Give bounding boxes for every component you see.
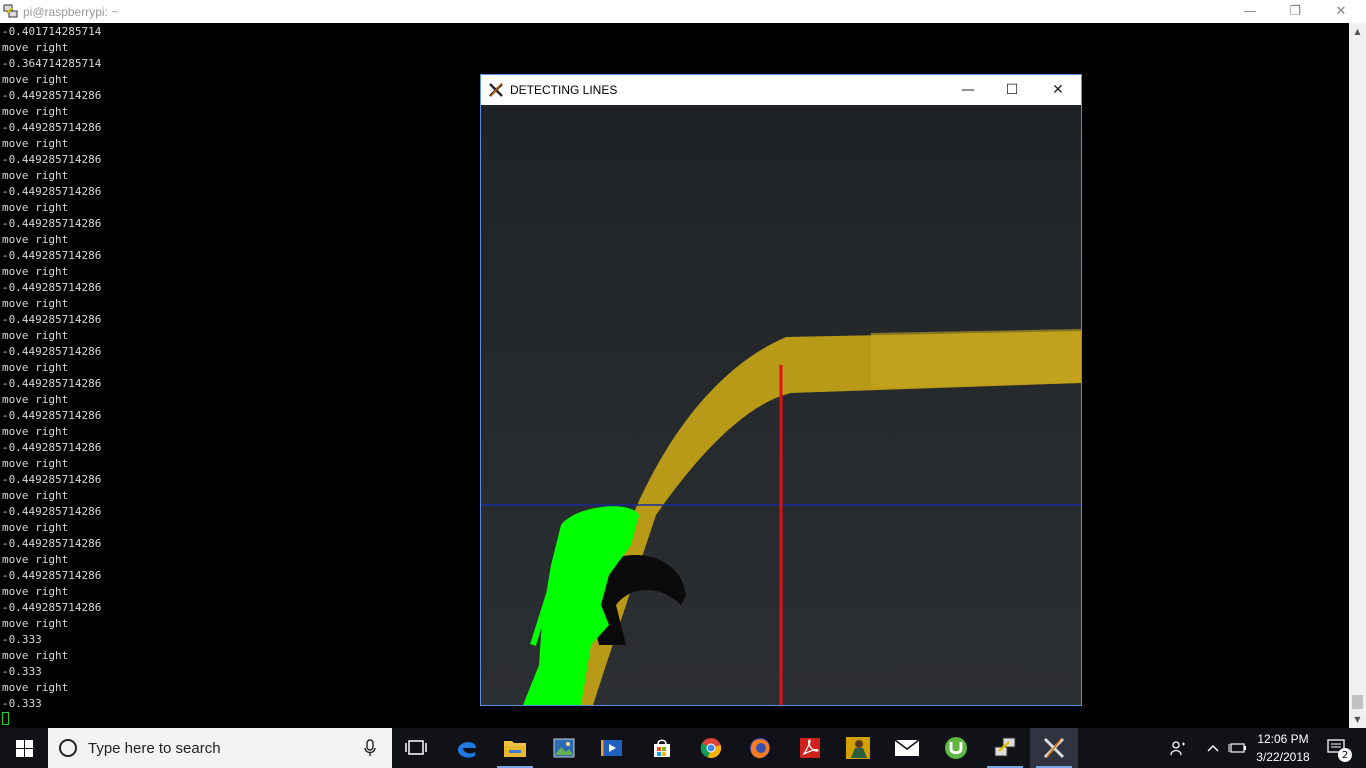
terminal-cursor bbox=[2, 712, 9, 725]
chevron-up-icon[interactable] bbox=[1202, 728, 1224, 768]
putty-icon bbox=[3, 4, 19, 20]
scroll-thumb[interactable] bbox=[1352, 695, 1363, 709]
detecting-lines-window: DETECTING LINES — ☐ ✕ bbox=[480, 74, 1082, 706]
xming-icon bbox=[489, 83, 503, 97]
chrome-icon[interactable] bbox=[687, 728, 735, 768]
cv-titlebar[interactable]: DETECTING LINES — ☐ ✕ bbox=[481, 75, 1081, 105]
action-center-icon[interactable]: 2 bbox=[1318, 728, 1358, 768]
store-icon[interactable] bbox=[638, 728, 686, 768]
firefox-icon[interactable] bbox=[736, 728, 784, 768]
mail-icon[interactable] bbox=[883, 728, 931, 768]
close-button[interactable]: ✕ bbox=[1318, 0, 1364, 23]
clock-date: 3/22/2018 bbox=[1256, 750, 1310, 764]
network-putty-icon[interactable] bbox=[981, 728, 1029, 768]
cv-window-title: DETECTING LINES bbox=[510, 83, 618, 97]
clock-time: 12:06 PM bbox=[1257, 732, 1309, 746]
scroll-down-icon[interactable]: ▼ bbox=[1349, 711, 1366, 728]
movies-icon[interactable] bbox=[588, 728, 636, 768]
cortana-icon bbox=[59, 739, 77, 757]
battery-icon[interactable] bbox=[1226, 728, 1248, 768]
search-box[interactable]: Type here to search bbox=[48, 728, 392, 768]
system-clock[interactable]: 12:06 PM 3/22/2018 bbox=[1252, 730, 1314, 766]
edge-icon[interactable] bbox=[443, 728, 491, 768]
terminal-line: move right bbox=[2, 41, 69, 54]
taskbar: Type here to search 12:06 PM 3/22/2018 2 bbox=[0, 728, 1366, 768]
microphone-icon[interactable] bbox=[364, 739, 376, 757]
scroll-up-icon[interactable]: ▲ bbox=[1349, 23, 1366, 40]
minimize-button[interactable]: — bbox=[1227, 0, 1273, 23]
people-icon[interactable] bbox=[1164, 728, 1192, 768]
terminal-line: -0.364714285714 bbox=[2, 57, 102, 70]
putty-titlebar[interactable]: pi@raspberrypi: ~ — ❐ ✕ bbox=[0, 0, 1366, 23]
task-view-icon[interactable] bbox=[392, 728, 440, 768]
terminal-scrollbar[interactable]: ▲ ▼ bbox=[1349, 23, 1366, 728]
file-explorer-icon[interactable] bbox=[491, 728, 539, 768]
start-button[interactable] bbox=[0, 728, 48, 768]
notification-badge: 2 bbox=[1338, 748, 1352, 762]
utorrent-icon[interactable] bbox=[932, 728, 980, 768]
photos-icon[interactable] bbox=[540, 728, 588, 768]
terminal-prompt-line bbox=[2, 712, 1342, 728]
putty-title: pi@raspberrypi: ~ bbox=[23, 4, 119, 19]
cv-close-button[interactable]: ✕ bbox=[1035, 75, 1081, 105]
cv-minimize-button[interactable]: — bbox=[945, 75, 991, 105]
cv-maximize-button[interactable]: ☐ bbox=[989, 75, 1035, 105]
search-placeholder: Type here to search bbox=[88, 739, 221, 757]
xming-taskbar-icon[interactable] bbox=[1030, 728, 1078, 768]
windows-icon bbox=[15, 739, 33, 757]
terminal-line: -0.401714285714 bbox=[2, 25, 102, 38]
game-icon[interactable] bbox=[834, 728, 882, 768]
restore-button[interactable]: ❐ bbox=[1272, 0, 1318, 23]
acrobat-icon[interactable] bbox=[786, 728, 834, 768]
camera-frame bbox=[481, 105, 1081, 705]
